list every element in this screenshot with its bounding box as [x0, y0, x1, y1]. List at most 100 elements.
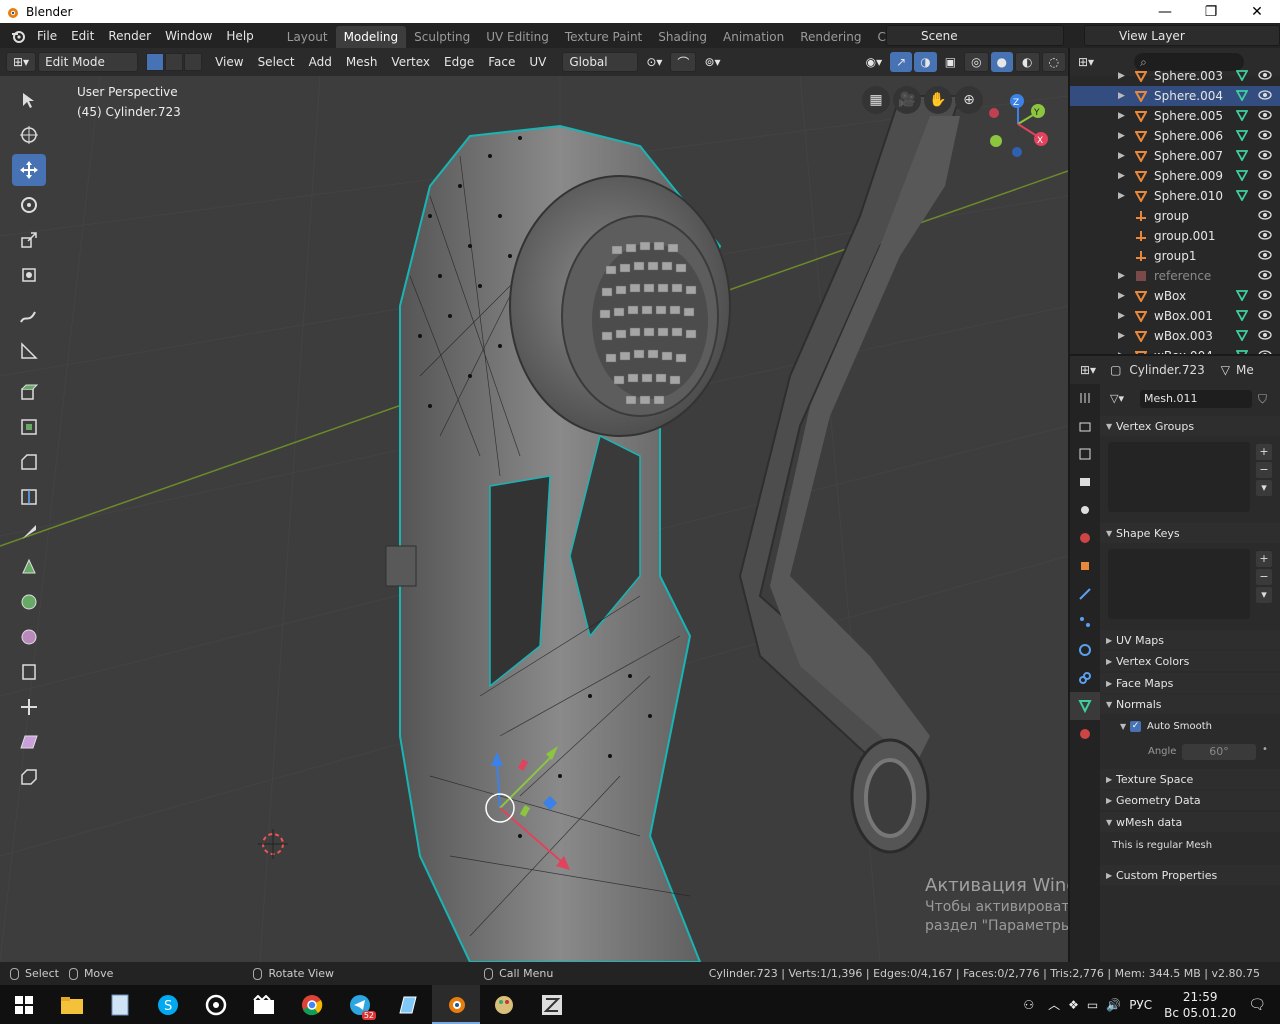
visibility-eye-icon[interactable]: [1258, 249, 1272, 263]
vertex-groups-list[interactable]: [1108, 442, 1250, 512]
constraints-tab-icon[interactable]: [1070, 664, 1100, 692]
world-tab-icon[interactable]: [1070, 524, 1100, 552]
telegram-icon[interactable]: 52: [336, 985, 384, 1024]
normals-section[interactable]: ▼ Normals: [1100, 694, 1280, 714]
shading-solid-icon[interactable]: ●: [990, 52, 1014, 72]
add-vertex-group-button[interactable]: +: [1256, 444, 1272, 460]
wmesh-data-section[interactable]: ▼ wMesh data: [1100, 812, 1280, 832]
zbrush-icon[interactable]: [528, 985, 576, 1024]
visibility-eye-icon[interactable]: [1258, 129, 1272, 143]
auto-smooth-row[interactable]: ▼ ✓ Auto Smooth: [1100, 716, 1280, 736]
mesh-data-icon[interactable]: [1235, 89, 1249, 104]
tool-settings-tab-icon[interactable]: [1070, 384, 1100, 412]
remove-vertex-group-button[interactable]: −: [1256, 462, 1272, 478]
outliner-row[interactable]: group1: [1070, 246, 1280, 266]
expand-arrow-icon[interactable]: ▶: [1118, 171, 1130, 181]
outliner-row[interactable]: ▶ reference: [1070, 266, 1280, 286]
minimize-button[interactable]: —: [1142, 0, 1188, 23]
outliner-row[interactable]: ▶ Sphere.006: [1070, 126, 1280, 146]
visibility-eye-icon[interactable]: [1258, 89, 1272, 103]
calculator-app-icon[interactable]: [96, 985, 144, 1024]
snap-icon[interactable]: ⌒: [670, 52, 697, 72]
mesh-data-icon[interactable]: [1235, 289, 1249, 304]
camera-view-icon[interactable]: 🎥: [893, 86, 921, 114]
expand-arrow-icon[interactable]: ▶: [1118, 191, 1130, 201]
shape-key-menu-button[interactable]: ▾: [1256, 587, 1272, 603]
scale-tool-icon[interactable]: [12, 224, 46, 256]
mesh-data-icon[interactable]: [1235, 169, 1249, 184]
outliner-row[interactable]: ▶ Sphere.009: [1070, 166, 1280, 186]
mesh-data-icon[interactable]: [1235, 129, 1249, 144]
geometry-data-section[interactable]: ▶ Geometry Data: [1100, 790, 1280, 810]
visibility-eye-icon[interactable]: [1258, 229, 1272, 243]
shear-tool-icon[interactable]: [12, 726, 46, 758]
menu-face[interactable]: Face: [482, 52, 521, 72]
proportional-edit-icon[interactable]: ⊚▾: [698, 52, 726, 72]
menu-add[interactable]: Add: [303, 52, 338, 72]
visibility-eye-icon[interactable]: [1258, 109, 1272, 123]
object-tab-icon[interactable]: [1070, 552, 1100, 580]
outliner-row[interactable]: group: [1070, 206, 1280, 226]
material-tab-icon[interactable]: [1070, 720, 1100, 748]
close-button[interactable]: ✕: [1234, 0, 1280, 23]
shrink-fatten-tool-icon[interactable]: [12, 691, 46, 723]
outliner-row[interactable]: ▶ Sphere.007: [1070, 146, 1280, 166]
expand-arrow-icon[interactable]: ▶: [1118, 151, 1130, 161]
obs-icon[interactable]: [192, 985, 240, 1024]
vertex-groups-section[interactable]: ▼ Vertex Groups: [1100, 416, 1280, 436]
cursor-3d-icon[interactable]: [12, 119, 46, 151]
face-select-button[interactable]: [184, 53, 203, 71]
skype-icon[interactable]: S: [144, 985, 192, 1024]
rip-tool-icon[interactable]: [12, 761, 46, 793]
texture-space-section[interactable]: ▶ Texture Space: [1100, 769, 1280, 789]
visibility-eye-icon[interactable]: [1258, 329, 1272, 343]
vertex-select-button[interactable]: [146, 53, 165, 71]
tab-rendering[interactable]: Rendering: [792, 26, 869, 48]
modifier-tab-icon[interactable]: [1070, 580, 1100, 608]
annotate-tool-icon[interactable]: [12, 300, 46, 332]
move-tool-icon[interactable]: [12, 154, 46, 186]
dropbox-icon[interactable]: ❖: [1068, 998, 1079, 1012]
notepad-icon[interactable]: [384, 985, 432, 1024]
select-box-icon[interactable]: [12, 84, 46, 116]
side-block-mesh[interactable]: [385, 545, 417, 587]
extrude-tool-icon[interactable]: [12, 376, 46, 408]
visibility-eye-icon[interactable]: [1258, 169, 1272, 183]
bevel-tool-icon[interactable]: [12, 446, 46, 478]
outliner-row[interactable]: ▶wBox.004: [1070, 346, 1280, 354]
xray-icon[interactable]: ▣: [939, 52, 962, 72]
volume-icon[interactable]: 🔊: [1106, 998, 1121, 1012]
menu-window[interactable]: Window: [158, 29, 219, 43]
expand-arrow-icon[interactable]: ▶: [1118, 131, 1130, 141]
outliner-row[interactable]: group.001: [1070, 226, 1280, 246]
mesh-data-tab-icon[interactable]: [1070, 692, 1100, 720]
menu-file[interactable]: File: [30, 29, 64, 43]
menu-vertex[interactable]: Vertex: [385, 52, 436, 72]
navigation-gizmo[interactable]: Z Y X: [989, 94, 1048, 157]
outliner-row[interactable]: ▶ Sphere.010: [1070, 186, 1280, 206]
render-tab-icon[interactable]: [1070, 412, 1100, 440]
add-shape-key-button[interactable]: +: [1256, 551, 1272, 567]
expand-arrow-icon[interactable]: ▶: [1118, 311, 1130, 321]
visibility-icon[interactable]: ◉▾: [860, 52, 889, 72]
mesh-data-icon[interactable]: [1235, 309, 1249, 324]
edge-slide-tool-icon[interactable]: [12, 656, 46, 688]
loop-cut-tool-icon[interactable]: [12, 481, 46, 513]
gizmo-toggle-icon[interactable]: ↗: [890, 52, 913, 72]
uv-maps-section[interactable]: ▶ UV Maps: [1100, 630, 1280, 650]
tray-expand-icon[interactable]: ︿: [1048, 996, 1060, 1013]
pivot-icon[interactable]: ⊙▾: [640, 52, 668, 72]
mode-selector[interactable]: Edit Mode: [38, 52, 139, 72]
properties-editor-type-icon[interactable]: ⊞▾: [1080, 363, 1096, 377]
grid-view-icon[interactable]: ▦: [862, 86, 890, 114]
menu-edge[interactable]: Edge: [438, 52, 480, 72]
expand-arrow-icon[interactable]: ▶: [1118, 331, 1130, 341]
expand-arrow-icon[interactable]: ▶: [1118, 71, 1130, 81]
mesh-data-icon[interactable]: [1235, 149, 1249, 164]
mesh-data-icon[interactable]: [1235, 329, 1249, 344]
expand-arrow-icon[interactable]: ▶: [1118, 291, 1130, 301]
handset-mesh[interactable]: [738, 95, 962, 854]
outliner-row[interactable]: ▶ Sphere.003: [1070, 66, 1280, 86]
tab-animation[interactable]: Animation: [715, 26, 792, 48]
menu-render[interactable]: Render: [101, 29, 158, 43]
